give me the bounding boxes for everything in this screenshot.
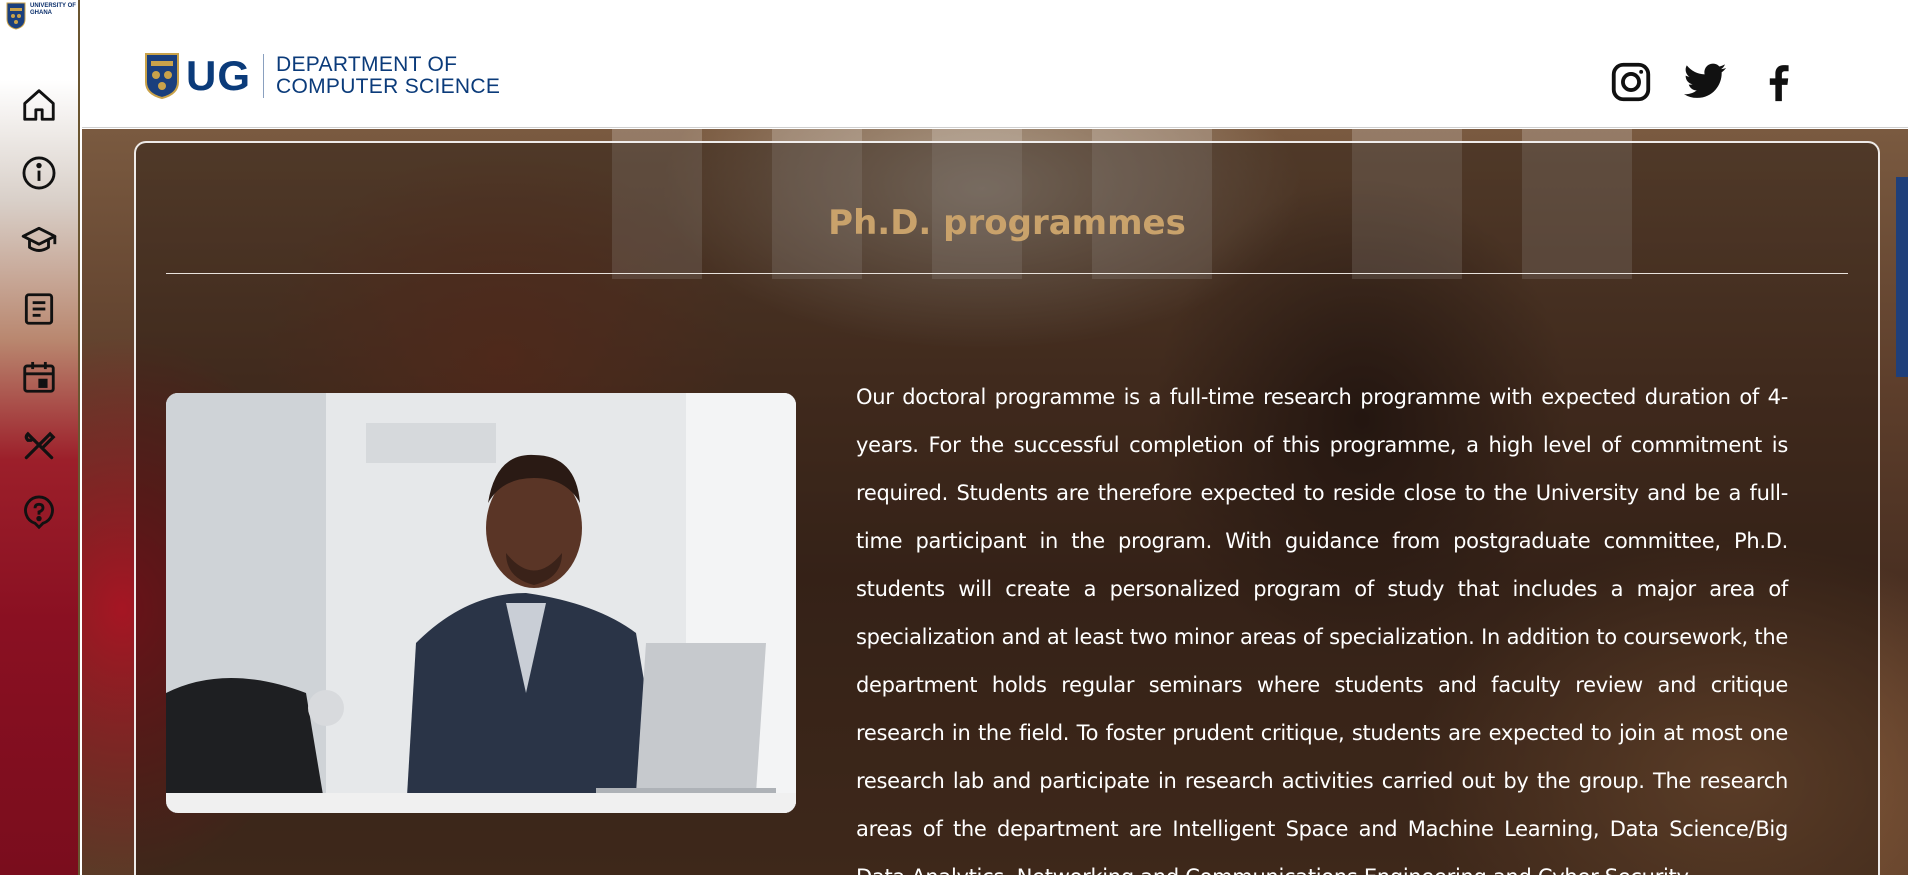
programme-card: Ph.D. programmes Our doctoral programme … xyxy=(134,141,1880,875)
sidebar: UNIVERSITY OF GHANA xyxy=(0,0,80,875)
facebook-icon[interactable] xyxy=(1755,58,1803,106)
tools-icon[interactable] xyxy=(18,424,60,466)
info-icon[interactable] xyxy=(18,152,60,194)
department-logo[interactable]: UG DEPARTMENT OF COMPUTER SCIENCE xyxy=(144,50,500,102)
university-logo[interactable]: UNIVERSITY OF GHANA xyxy=(4,2,76,32)
calendar-icon[interactable] xyxy=(18,356,60,398)
brand-separator xyxy=(263,54,264,98)
brand-short: UG xyxy=(186,52,251,99)
twitter-icon[interactable] xyxy=(1681,58,1729,106)
logo-text: UNIVERSITY OF GHANA xyxy=(30,3,76,16)
instagram-icon[interactable] xyxy=(1607,58,1655,106)
dept-line-2: COMPUTER SCIENCE xyxy=(276,75,501,98)
help-icon[interactable] xyxy=(18,492,60,534)
dept-line-1: DEPARTMENT OF xyxy=(276,53,458,76)
crest-icon xyxy=(145,53,179,100)
department-name: DEPARTMENT OF COMPUTER SCIENCE xyxy=(276,54,500,98)
crest-icon xyxy=(6,2,26,30)
header: UG DEPARTMENT OF COMPUTER SCIENCE xyxy=(82,0,1908,128)
home-icon[interactable] xyxy=(18,84,60,126)
edge-accent xyxy=(1896,177,1908,377)
page-title: Ph.D. programmes xyxy=(828,203,1186,243)
article-icon[interactable] xyxy=(18,288,60,330)
programme-photo xyxy=(166,393,796,813)
social-links xyxy=(1607,58,1803,106)
title-divider xyxy=(166,273,1848,274)
graduation-cap-icon[interactable] xyxy=(18,220,60,262)
programme-description: Our doctoral programme is a full-time re… xyxy=(856,385,1788,875)
